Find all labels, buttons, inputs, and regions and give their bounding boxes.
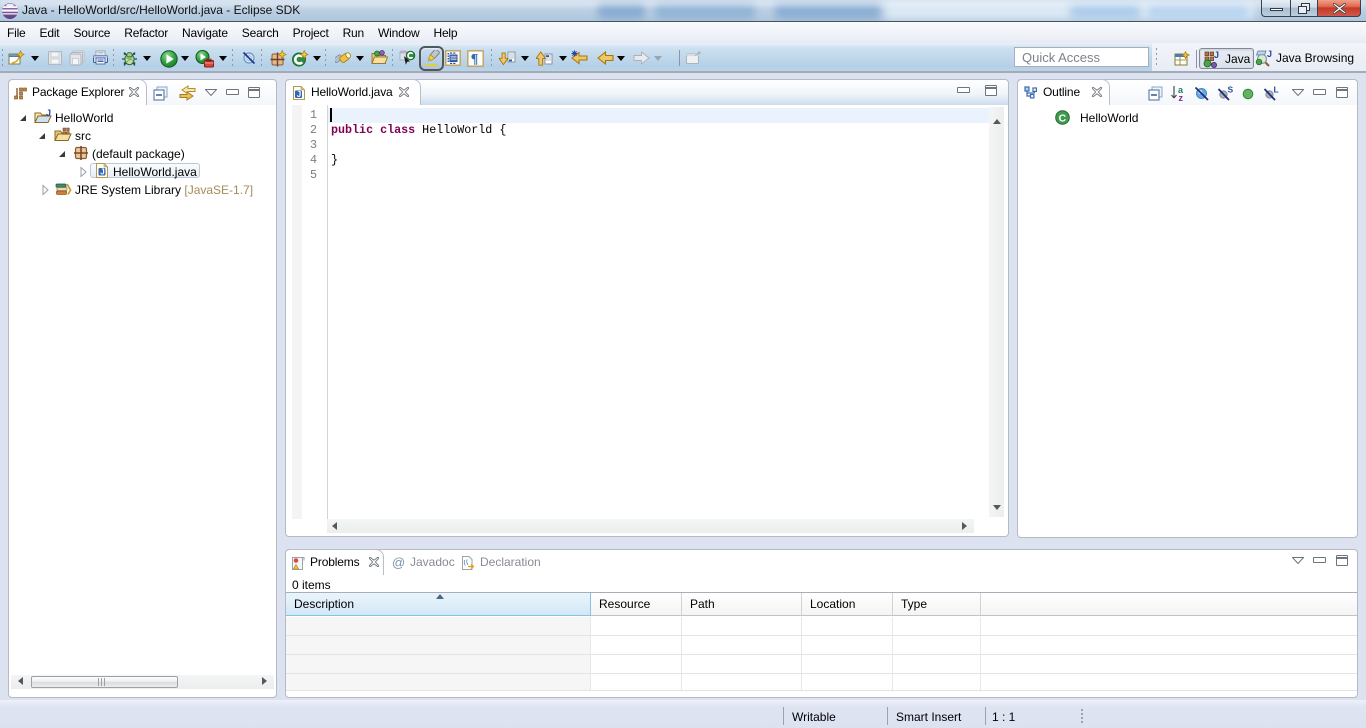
svg-text:J: J: [297, 90, 301, 99]
svg-text:L: L: [1274, 85, 1279, 95]
svg-text:S: S: [1228, 85, 1234, 95]
svg-text:z: z: [1179, 93, 1184, 102]
svg-text:J: J: [1214, 51, 1219, 60]
svg-text:J: J: [100, 167, 104, 176]
svg-text:J: J: [46, 109, 51, 118]
svg-text:C: C: [1059, 113, 1067, 125]
svg-text:J: J: [1267, 49, 1272, 59]
svg-text:¶: ¶: [471, 52, 479, 67]
